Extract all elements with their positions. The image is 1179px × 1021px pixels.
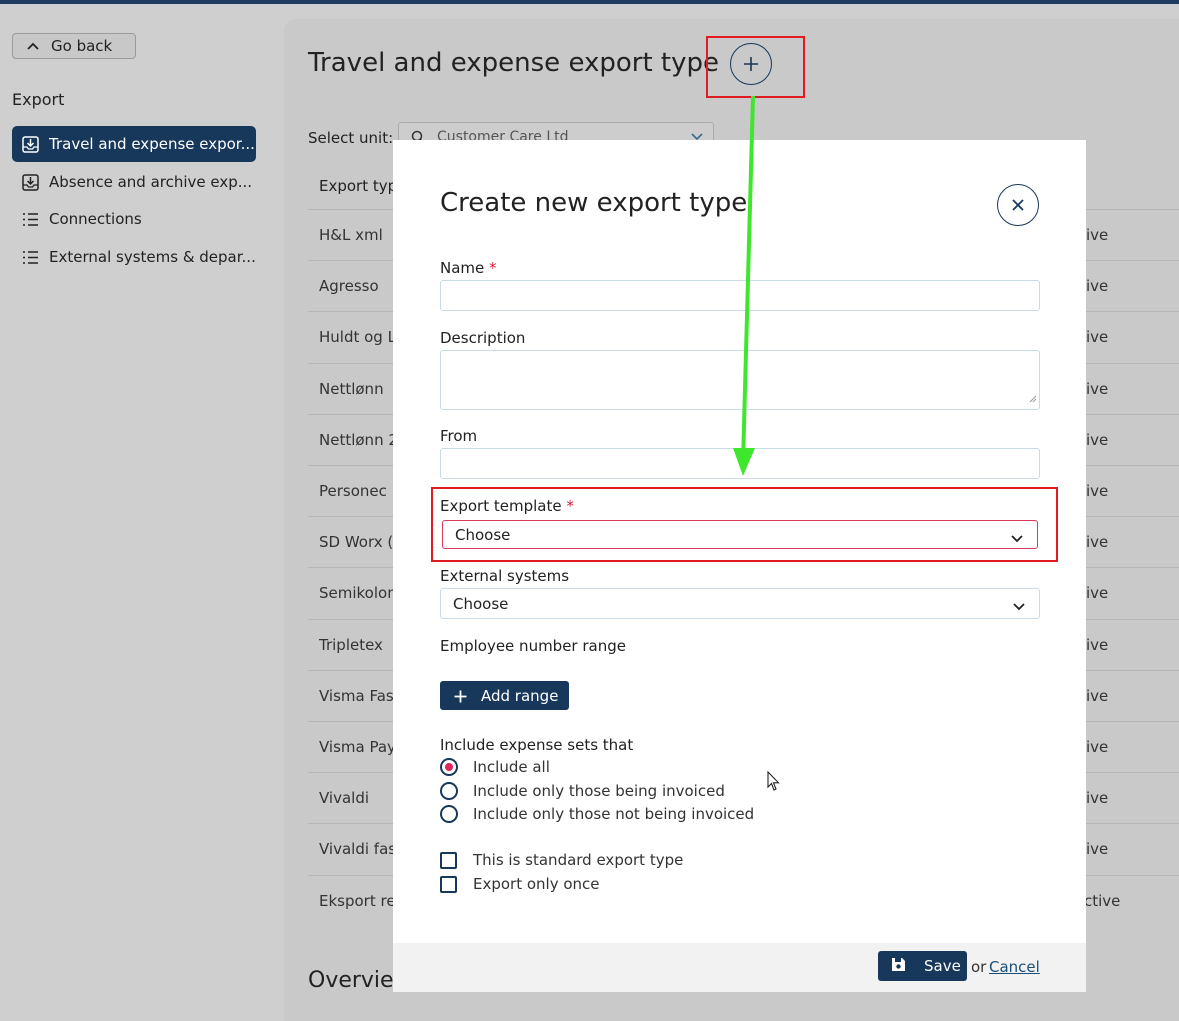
export-type-name: H&L xml <box>319 226 383 244</box>
save-label: Save <box>924 957 961 975</box>
export-type-name: Agresso <box>319 277 379 295</box>
chevron-up-icon <box>27 39 39 53</box>
name-field[interactable] <box>440 280 1040 311</box>
from-label: From <box>440 427 478 445</box>
external-systems-select[interactable]: Choose <box>440 588 1040 619</box>
radio-label: Include all <box>473 758 550 776</box>
highlight-box-add-button <box>706 36 805 98</box>
checkbox-standard-export-type[interactable]: This is standard export type <box>440 851 683 869</box>
checkbox-export-only-once[interactable]: Export only once <box>440 875 600 893</box>
go-back-button[interactable]: Go back <box>12 33 136 59</box>
radio-include-invoiced[interactable]: Include only those being invoiced <box>440 782 725 800</box>
export-type-name: Personec <box>319 482 387 500</box>
status-text: ive <box>1086 687 1109 705</box>
highlight-box-export-template <box>431 487 1058 562</box>
save-button[interactable]: Save <box>878 951 967 981</box>
status-text: ive <box>1086 482 1109 500</box>
export-type-name: Visma Fast <box>319 687 400 705</box>
export-type-name: Visma Pay <box>319 738 396 756</box>
sidebar-item-connections[interactable]: Connections <box>12 201 256 237</box>
status-text: ive <box>1086 533 1109 551</box>
download-tray-icon <box>22 135 39 153</box>
add-range-button[interactable]: Add range <box>440 681 569 710</box>
status-text: ive <box>1086 636 1109 654</box>
status-text: ive <box>1086 738 1109 756</box>
sidebar-item-label: Connections <box>49 210 142 228</box>
modal-title: Create new export type <box>440 188 748 218</box>
radio-button[interactable] <box>440 805 458 823</box>
close-button[interactable] <box>997 184 1039 226</box>
top-bar <box>0 0 1179 4</box>
radio-selected-dot <box>445 763 453 771</box>
sidebar-item-external-systems[interactable]: External systems & depar... <box>12 239 256 275</box>
plus-icon <box>454 686 467 706</box>
export-type-name: Nettlønn <box>319 380 384 398</box>
description-label: Description <box>440 329 526 347</box>
go-back-label: Go back <box>51 37 113 55</box>
resize-handle-icon[interactable] <box>1029 388 1037 407</box>
radio-include-not-invoiced[interactable]: Include only those not being invoiced <box>440 805 754 823</box>
name-label: Name * <box>440 259 497 277</box>
status-text: ive <box>1086 226 1109 244</box>
or-text: or <box>971 958 987 976</box>
external-systems-label: External systems <box>440 567 570 585</box>
add-range-label: Add range <box>481 686 559 705</box>
description-field[interactable] <box>440 350 1040 410</box>
create-export-type-modal: Create new export type Name * Descriptio… <box>393 140 1086 992</box>
status-text: ive <box>1086 328 1109 346</box>
status-text: ive <box>1086 277 1109 295</box>
export-type-name: Tripletex <box>319 636 383 654</box>
checkbox[interactable] <box>440 875 457 893</box>
radio-button[interactable] <box>440 782 458 800</box>
from-field[interactable] <box>440 448 1040 479</box>
checkbox-label: Export only once <box>473 875 600 893</box>
include-expense-sets-heading: Include expense sets that <box>440 736 634 754</box>
sidebar-item-label: External systems & depar... <box>49 248 256 266</box>
mouse-cursor-icon <box>767 770 781 796</box>
sidebar-item-label: Travel and expense expor... <box>49 135 255 153</box>
floppy-disk-icon <box>891 957 906 976</box>
sidebar-item-absence-archive-export[interactable]: Absence and archive exp... <box>12 164 256 200</box>
status-text: ive <box>1086 431 1109 449</box>
export-type-name: Huldt og Li <box>319 328 401 346</box>
employee-number-range-label: Employee number range <box>440 637 626 655</box>
select-unit-label: Select unit: <box>308 129 394 147</box>
chevron-down-icon <box>1013 597 1025 615</box>
page-title: Travel and expense export type <box>308 48 720 78</box>
radio-include-all[interactable]: Include all <box>440 758 550 776</box>
radio-label: Include only those being invoiced <box>473 782 725 800</box>
checkbox[interactable] <box>440 851 457 869</box>
modal-footer: Save or Cancel <box>393 943 1086 992</box>
list-icon <box>22 249 39 266</box>
external-systems-value: Choose <box>453 595 509 613</box>
close-icon <box>1011 193 1025 217</box>
export-type-name: Vivaldi <box>319 789 370 807</box>
status-text: ctive <box>1084 892 1121 910</box>
sidebar-item-travel-expense-export[interactable]: Travel and expense expor... <box>12 126 256 162</box>
export-type-name: Semikolon <box>319 584 397 602</box>
status-text: ive <box>1086 584 1109 602</box>
status-text: ive <box>1086 840 1109 858</box>
export-type-name: Vivaldi fast <box>319 840 402 858</box>
radio-button[interactable] <box>440 758 458 776</box>
checkbox-label: This is standard export type <box>473 851 684 869</box>
status-text: ive <box>1086 380 1109 398</box>
list-icon <box>22 211 39 228</box>
sidebar-heading: Export <box>12 90 65 109</box>
sidebar-item-label: Absence and archive exp... <box>49 173 253 191</box>
cancel-link[interactable]: Cancel <box>989 958 1040 976</box>
radio-label: Include only those not being invoiced <box>473 805 755 823</box>
download-tray-icon <box>22 173 39 191</box>
status-text: ive <box>1086 789 1109 807</box>
